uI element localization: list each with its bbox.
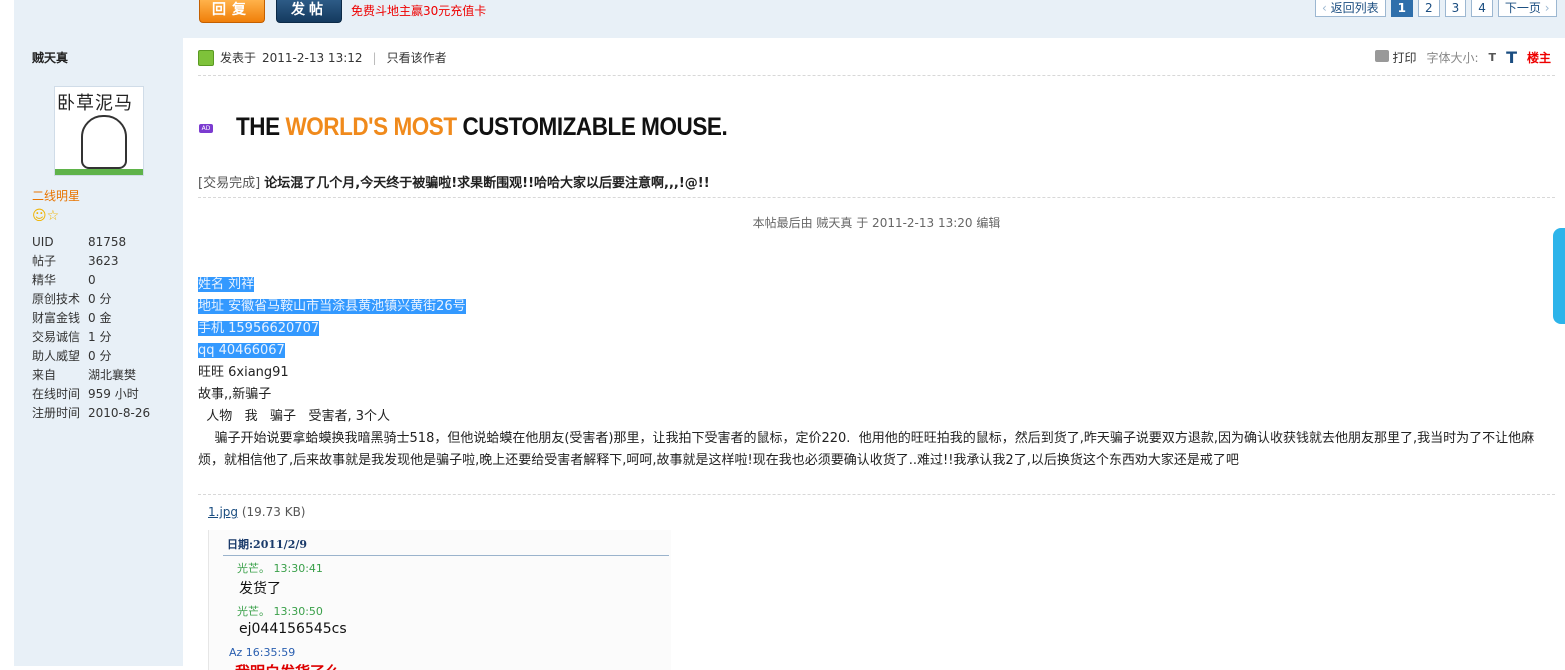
edit-note: 本帖最后由 贼天真 于 2011-2-13 13:20 编辑 (752, 216, 1001, 230)
divider (223, 555, 669, 556)
floor-label: 楼主 (1526, 51, 1551, 65)
new-post-button[interactable]: 发帖 (276, 0, 342, 23)
stat-row: 在线时间 959 小时 (32, 385, 150, 404)
story-text: 骗子开始说要拿蛤蟆换我暗黑骑士518，但他说蛤蟆在他朋友(受害者)那里，让我拍下… (198, 431, 1535, 468)
promo-link[interactable]: 免费斗地主赢30元充值卡 (351, 2, 486, 19)
stat-label: 在线时间 (32, 387, 81, 401)
body-line: 姓名 刘祥 (198, 277, 255, 292)
smiley-icon: ☺ (32, 208, 47, 224)
stat-value: 959 小时 (88, 387, 139, 401)
post-meta: 发表于 2011-2-13 13:12 | 只看该作者 (198, 49, 447, 66)
page-2-button[interactable]: 2 (1418, 0, 1440, 17)
stat-value: 81758 (88, 235, 127, 249)
stat-value: 0 分 (88, 349, 112, 363)
post-body: 姓名 刘祥 地址 安徽省马鞍山市当涂县黄池镇兴黄街26号 手机 15956620… (198, 274, 1555, 472)
chat-sender: Az 16:35:59 (229, 646, 296, 659)
posted-prefix: 发表于 (220, 51, 257, 65)
attachment-image[interactable]: 日期:2011/2/9 光芒。 13:30:41 发货了 光芒。 13:30:5… (208, 530, 671, 670)
back-to-list-button[interactable]: 返回列表 (1315, 0, 1386, 17)
stat-label: 助人威望 (32, 349, 81, 363)
stat-row: 交易诚信 1 分 (32, 328, 150, 347)
ad-badge: AD (199, 124, 213, 133)
post-tools: 打印 字体大小: T T 楼主 (1374, 48, 1551, 67)
toolbar-sidebar-area (14, 0, 183, 38)
attachment: 1.jpg (19.73 KB) (208, 505, 306, 519)
thread-title: [交易完成] 论坛混了几个月,今天终于被骗啦!求果断围观!!哈哈大家以后要注意啊… (198, 172, 710, 191)
divider: | (372, 50, 377, 65)
author-sidebar: 贼天真 卧草泥马 二线明星 ☺☆ UID 81758 帖子 3623 精华 0 原创技… (14, 38, 183, 666)
page-margin (0, 0, 14, 666)
stat-label: 帖子 (32, 254, 57, 268)
stat-label: 交易诚信 (32, 330, 81, 344)
stat-label: 原创技术 (32, 292, 81, 306)
avatar[interactable]: 卧草泥马 (54, 86, 144, 176)
cast-line: 人物 我 骗子 受害者, 3个人 (198, 409, 390, 424)
print-label: 打印 (1392, 51, 1417, 65)
ad-headline: THE WORLD'S MOST CUSTOMIZABLE MOUSE. (236, 113, 728, 141)
pagination: 返回列表 1 2 3 4 下一页 (1315, 0, 1557, 17)
stat-row: 帖子 3623 (32, 252, 150, 271)
stat-value: 2010-8-26 (88, 406, 151, 420)
online-icon (198, 49, 214, 66)
avatar-drawing (81, 115, 127, 169)
chat-date: 日期:2011/2/9 (227, 538, 308, 551)
divider (198, 197, 1555, 198)
stat-row: 助人威望 0 分 (32, 347, 150, 366)
post-content: 发表于 2011-2-13 13:12 | 只看该作者 打印 字体大小: T T… (198, 38, 1555, 670)
body-line: qq 40466067 (198, 343, 285, 358)
print-icon (1374, 50, 1389, 62)
ad-banner[interactable]: THE WORLD'S MOST CUSTOMIZABLE MOUSE. (220, 95, 760, 165)
stat-value: 0 分 (88, 292, 112, 306)
wangwang-line: 旺旺 6xiang91 (198, 365, 289, 380)
body-line: 手机 15956620707 (198, 321, 320, 336)
chat-sender: 光芒。 13:30:41 (237, 562, 323, 575)
only-author-link[interactable]: 只看该作者 (387, 49, 447, 66)
attachment-link[interactable]: 1.jpg (208, 505, 238, 519)
author-stats: UID 81758 帖子 3623 精华 0 原创技术 0 分 财富金钱 0 金 交易诚信… (32, 233, 150, 423)
divider (198, 494, 1555, 495)
page-4-button[interactable]: 4 (1471, 0, 1493, 17)
stat-value: 0 金 (88, 311, 112, 325)
attachment-size: (19.73 KB) (241, 505, 306, 519)
font-size-label: 字体大小: (1426, 51, 1479, 65)
reply-button[interactable]: 回复 (199, 0, 265, 23)
divider (198, 75, 1555, 76)
stat-label: 财富金钱 (32, 311, 81, 325)
avatar-caption: 卧草泥马 (57, 93, 133, 114)
chat-sender: 光芒。 13:30:50 (237, 605, 323, 618)
stat-row: 原创技术 0 分 (32, 290, 150, 309)
posted-time: 2011-2-13 13:12 (262, 50, 363, 65)
story-intro: 故事,,新骗子 (198, 387, 272, 402)
chat-message: ej044156545cs (239, 621, 347, 637)
stat-value: 3623 (88, 254, 119, 268)
stat-row: 财富金钱 0 金 (32, 309, 150, 328)
stat-row: 精华 0 (32, 271, 150, 290)
stat-row: UID 81758 (32, 233, 150, 252)
author-rank: 二线明星 (32, 189, 81, 203)
stat-label: 精华 (32, 273, 57, 287)
font-small-button[interactable]: T (1489, 51, 1497, 64)
stat-value: 湖北襄樊 (88, 368, 137, 382)
thread-title-text: 论坛混了几个月,今天终于被骗啦!求果断围观!!哈哈大家以后要注意啊,,,!@!! (264, 176, 710, 191)
print-button[interactable]: 打印 (1374, 49, 1417, 66)
stat-value: 0 (88, 273, 96, 287)
avatar-grass (55, 169, 143, 175)
stat-row: 来自 湖北襄樊 (32, 366, 150, 385)
next-page-button[interactable]: 下一页 (1497, 0, 1557, 17)
stat-label: 注册时间 (32, 406, 81, 420)
thread-tag: [交易完成] (198, 176, 261, 191)
page-1-button[interactable]: 1 (1390, 0, 1413, 17)
stat-value: 1 分 (88, 330, 112, 344)
page-3-button[interactable]: 3 (1444, 0, 1467, 17)
star-icon: ☆ (46, 208, 60, 224)
author-name[interactable]: 贼天真 (32, 49, 68, 66)
side-feedback-tab[interactable] (1553, 228, 1565, 324)
stat-label: 来自 (32, 368, 57, 382)
stat-label: UID (32, 235, 54, 249)
stat-row: 注册时间 2010-8-26 (32, 404, 150, 423)
chat-message: 发货了 (239, 581, 281, 597)
font-large-button[interactable]: T (1506, 48, 1517, 67)
body-line: 地址 安徽省马鞍山市当涂县黄池镇兴黄街26号 (198, 299, 466, 314)
rank-icons: ☺☆ (32, 208, 59, 224)
